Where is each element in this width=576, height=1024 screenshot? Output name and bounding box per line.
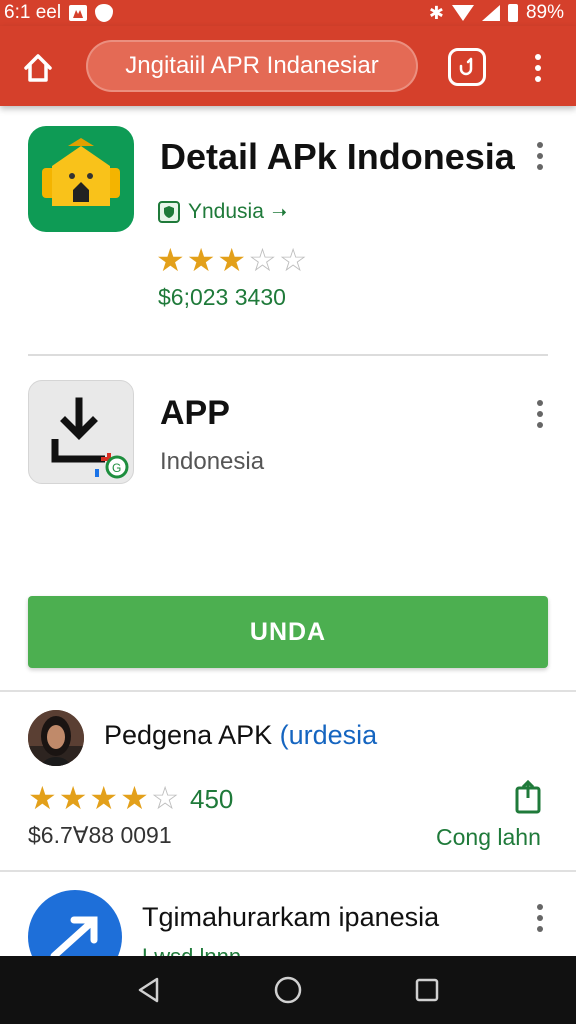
star-filled-icon: ★ [156,242,185,278]
recents-button[interactable] [407,970,447,1010]
section-divider [0,870,576,872]
more-vert-icon [535,54,541,60]
home-icon [24,54,52,82]
more-vert-dot [535,76,541,82]
card1-menu-button[interactable] [530,138,550,174]
share-icon[interactable] [514,780,542,814]
star-filled-icon: ★ [217,242,247,278]
app-title: Detail APk Indonesia [160,136,515,177]
more-vert-icon [537,904,543,910]
review-count: 450 [190,784,234,814]
star-filled-icon: ★ [186,242,216,278]
app2-title: APP [160,394,230,432]
system-nav-bar [0,956,576,1024]
app-bar: Jngitaiil APR Indanesiar [0,26,576,106]
home-button[interactable] [18,48,58,88]
status-right: ✱ 89% [429,2,564,24]
star-empty-icon: ☆ [278,242,308,278]
home-circle-icon [274,976,302,1004]
review-rating: ★ ★ ★ ★ ☆ [28,782,179,814]
card2-menu-button[interactable] [530,396,550,432]
overflow-menu-button[interactable] [528,48,548,88]
star-filled-icon: ★ [120,780,149,816]
notification-icon [69,5,88,21]
app2-subtitle: Indonesia [160,448,265,475]
more-vert-dot [537,153,543,159]
avatar-image [28,710,84,766]
status-time: 6:1 eel [4,2,62,23]
app-icon-download[interactable]: G [28,380,134,484]
hook-icon [459,57,473,76]
status-bar: 6:1 eel ✱ 89% [0,0,576,26]
section-divider [0,690,576,692]
review-title-main: Pedgena APK [104,720,280,750]
vpn-shield-icon [95,4,114,22]
divider [28,354,548,356]
more-vert-dot [537,915,543,921]
review-price: $6.7∀88 0091 [28,822,172,848]
more-vert-dot [537,164,543,170]
star-filled-icon: ★ [58,780,88,816]
star-empty-icon: ☆ [248,242,277,278]
status-left: 6:1 eel [4,2,114,24]
more-vert-dot [535,65,541,71]
back-button[interactable] [129,970,169,1010]
hook-button[interactable] [448,48,486,86]
bluetooth-icon: ✱ [428,2,444,23]
review-title-link[interactable]: (urdesia [280,720,378,750]
svg-text:G: G [112,461,121,475]
more-vert-dot [537,411,543,417]
card4-menu-button[interactable] [530,900,550,936]
arrow-right-icon: ➝ [271,201,287,222]
recents-icon [415,978,438,1002]
signal-icon [481,5,500,21]
verified-shield-icon [158,201,180,223]
battery-percent: 89% [525,2,564,23]
more-vert-dot [537,926,543,932]
star-empty-icon: ☆ [150,780,180,816]
wifi-icon [451,5,474,21]
more-vert-icon [537,142,543,148]
app-price: $6;023 3430 [158,284,286,310]
back-icon [139,977,159,1003]
more-vert-icon [537,400,543,406]
app-house-icon [42,138,120,206]
card1-rating: ★ ★ ★ ☆ ☆ [156,244,307,276]
verified-developer[interactable]: Yndusia ➝ [158,200,287,224]
install-button[interactable]: UNDA [28,596,548,668]
search-field[interactable]: Jngitaiil APR Indanesiar [86,40,418,92]
app-icon-detail[interactable] [28,126,134,232]
more-vert-dot [537,422,543,428]
search-text: Jngitaiil APR Indanesiar [125,52,379,79]
star-filled-icon: ★ [89,780,119,816]
review-title[interactable]: Pedgena APK (urdesia [104,720,377,751]
app4-title: Tgimahurarkam ipanesia [142,902,440,932]
share-label[interactable]: Cong lahn [436,824,541,851]
avatar[interactable] [28,710,84,766]
home-nav-button[interactable] [268,970,308,1010]
verified-label: Yndusia [188,200,264,223]
download-icon: G [51,397,129,479]
star-filled-icon: ★ [28,780,57,816]
battery-icon [507,4,518,22]
